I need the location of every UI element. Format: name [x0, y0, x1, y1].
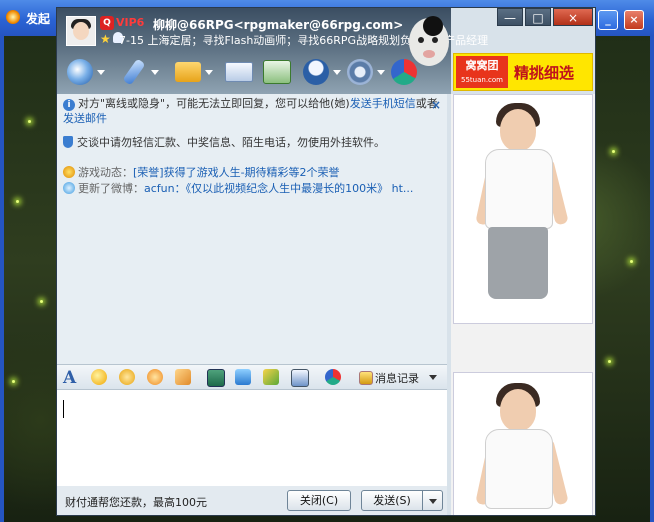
video-call-button[interactable]: [67, 56, 111, 88]
emoticon-icon[interactable]: [91, 369, 107, 385]
minimize-button[interactable]: —: [497, 8, 523, 26]
text-caret: [63, 400, 64, 418]
vip-icon: Q: [100, 16, 114, 30]
feed-label: 更新了微博：: [78, 182, 144, 195]
firefly-decoration: [612, 150, 615, 153]
message-record-button[interactable]: 消息记录: [375, 370, 419, 386]
firefly-decoration: [12, 380, 15, 383]
chevron-down-icon[interactable]: [429, 375, 437, 380]
chat-window: Q VIP6 柳柳@66RPG<rpgmaker@66rpg.com> ★ 7-…: [56, 7, 596, 516]
file-transfer-icon: [175, 62, 201, 82]
app-icon: [6, 10, 20, 24]
shield-icon: [63, 136, 73, 148]
ad-logo-text: 窝窝团: [465, 59, 499, 72]
nudge-icon[interactable]: [175, 369, 191, 385]
firefly-decoration: [28, 120, 31, 123]
close-button[interactable]: ×: [624, 10, 644, 30]
security-warning: 交谈中请勿轻信汇款、中奖信息、陌生电话，勿使用外挂软件。: [63, 134, 385, 150]
user-manage-button[interactable]: [303, 56, 347, 88]
settings-icon: [347, 59, 373, 85]
ad-slogan: 精挑细选: [514, 64, 575, 82]
close-window-button[interactable]: ×: [553, 8, 593, 26]
wink-icon[interactable]: [147, 369, 163, 385]
payment-button[interactable]: [391, 56, 435, 88]
ad-logo: 窝窝团 55tuan.com: [456, 56, 508, 88]
game-icon: [63, 166, 75, 178]
firefly-decoration: [16, 200, 19, 203]
ad-logo-url: 55tuan.com: [461, 76, 503, 84]
minimize-button[interactable]: _: [598, 10, 618, 30]
security-warning-text: 交谈中请勿轻信汇款、中奖信息、陌生电话，勿使用外挂软件。: [77, 136, 385, 149]
star-icon: ★: [100, 32, 111, 46]
send-button[interactable]: 发送(S): [361, 490, 423, 511]
firefly-decoration: [608, 360, 611, 363]
promo-link[interactable]: 财付通帮您还款，最高100元: [65, 494, 207, 510]
screenshot-icon[interactable]: [291, 369, 309, 387]
info-icon: i: [63, 99, 75, 111]
image-icon[interactable]: [207, 369, 225, 387]
music-icon[interactable]: [235, 369, 251, 385]
voice-call-icon: [122, 58, 146, 86]
vip-badge: VIP6: [116, 16, 145, 29]
payment-icon: [391, 59, 417, 85]
file-transfer-button[interactable]: [175, 56, 219, 88]
close-notice-icon[interactable]: ×: [431, 98, 441, 113]
settings-button[interactable]: [347, 56, 391, 88]
feed-item: 更新了微博：acfun：《仅以此视频纪念人生中最漫长的100米》 ht...: [63, 180, 413, 196]
feed-item: 游戏动态：[荣誉]获得了游戏人生-期待精彩等2个荣誉: [63, 164, 340, 180]
notice-text: 对方"离线或隐身"，可能无法立即回复，您可以给他(她): [78, 97, 350, 110]
message-input[interactable]: [57, 390, 447, 486]
feed-label: 游戏动态：: [78, 166, 133, 179]
window-frame: [650, 36, 654, 522]
background-window-title: 发起: [26, 12, 51, 26]
send-options-dropdown[interactable]: [423, 490, 443, 511]
firefly-decoration: [40, 300, 43, 303]
firefly-decoration: [630, 260, 633, 263]
history-icon: [359, 371, 373, 385]
font-icon[interactable]: A: [63, 368, 76, 388]
scenery-icon[interactable]: [263, 369, 279, 385]
avatar-show[interactable]: [453, 372, 593, 515]
video-call-icon: [67, 59, 93, 85]
add-contact-button[interactable]: [263, 56, 307, 88]
avatar-show[interactable]: [453, 94, 593, 324]
message-history: i 对方"离线或隐身"，可能无法立即回复，您可以给他(她)发送手机短信或者发送邮件…: [57, 94, 447, 364]
user-manage-icon: [303, 59, 329, 85]
close-button[interactable]: 关闭(C): [287, 490, 351, 511]
window-controls: — □ ×: [497, 8, 593, 26]
ad-banner[interactable]: 窝窝团 55tuan.com 精挑细选: [453, 53, 593, 91]
chat-toolbar: [57, 54, 451, 90]
magic-emoticon-icon[interactable]: [119, 369, 135, 385]
add-contact-icon: [263, 60, 291, 84]
payment-icon[interactable]: [325, 369, 341, 385]
send-sms-link[interactable]: 发送手机短信: [350, 97, 416, 110]
avatar-showcase-panel: [451, 94, 595, 515]
format-toolbar: A 消息记录: [57, 364, 447, 390]
avatar[interactable]: [66, 16, 96, 46]
maximize-button[interactable]: □: [525, 8, 551, 26]
offline-notice: i 对方"离线或隐身"，可能无法立即回复，您可以给他(她)发送手机短信或者发送邮件…: [63, 96, 441, 126]
chat-footer: 财付通帮您还款，最高100元 关闭(C) 发送(S): [57, 486, 447, 515]
weibo-icon: [63, 182, 75, 194]
window-frame: [0, 36, 4, 522]
feed-link[interactable]: [荣誉]获得了游戏人生-期待精彩等2个荣誉: [133, 166, 340, 179]
chat-header: Q VIP6 柳柳@66RPG<rpgmaker@66rpg.com> ★ 7-…: [57, 8, 488, 94]
send-email-link[interactable]: 发送邮件: [63, 112, 107, 125]
feed-link[interactable]: acfun：《仅以此视频纪念人生中最漫长的100米》 ht...: [144, 182, 413, 195]
voice-call-button[interactable]: [121, 56, 165, 88]
contact-name[interactable]: 柳柳@66RPG<rpgmaker@66rpg.com>: [153, 16, 403, 33]
mail-icon: [225, 62, 253, 82]
